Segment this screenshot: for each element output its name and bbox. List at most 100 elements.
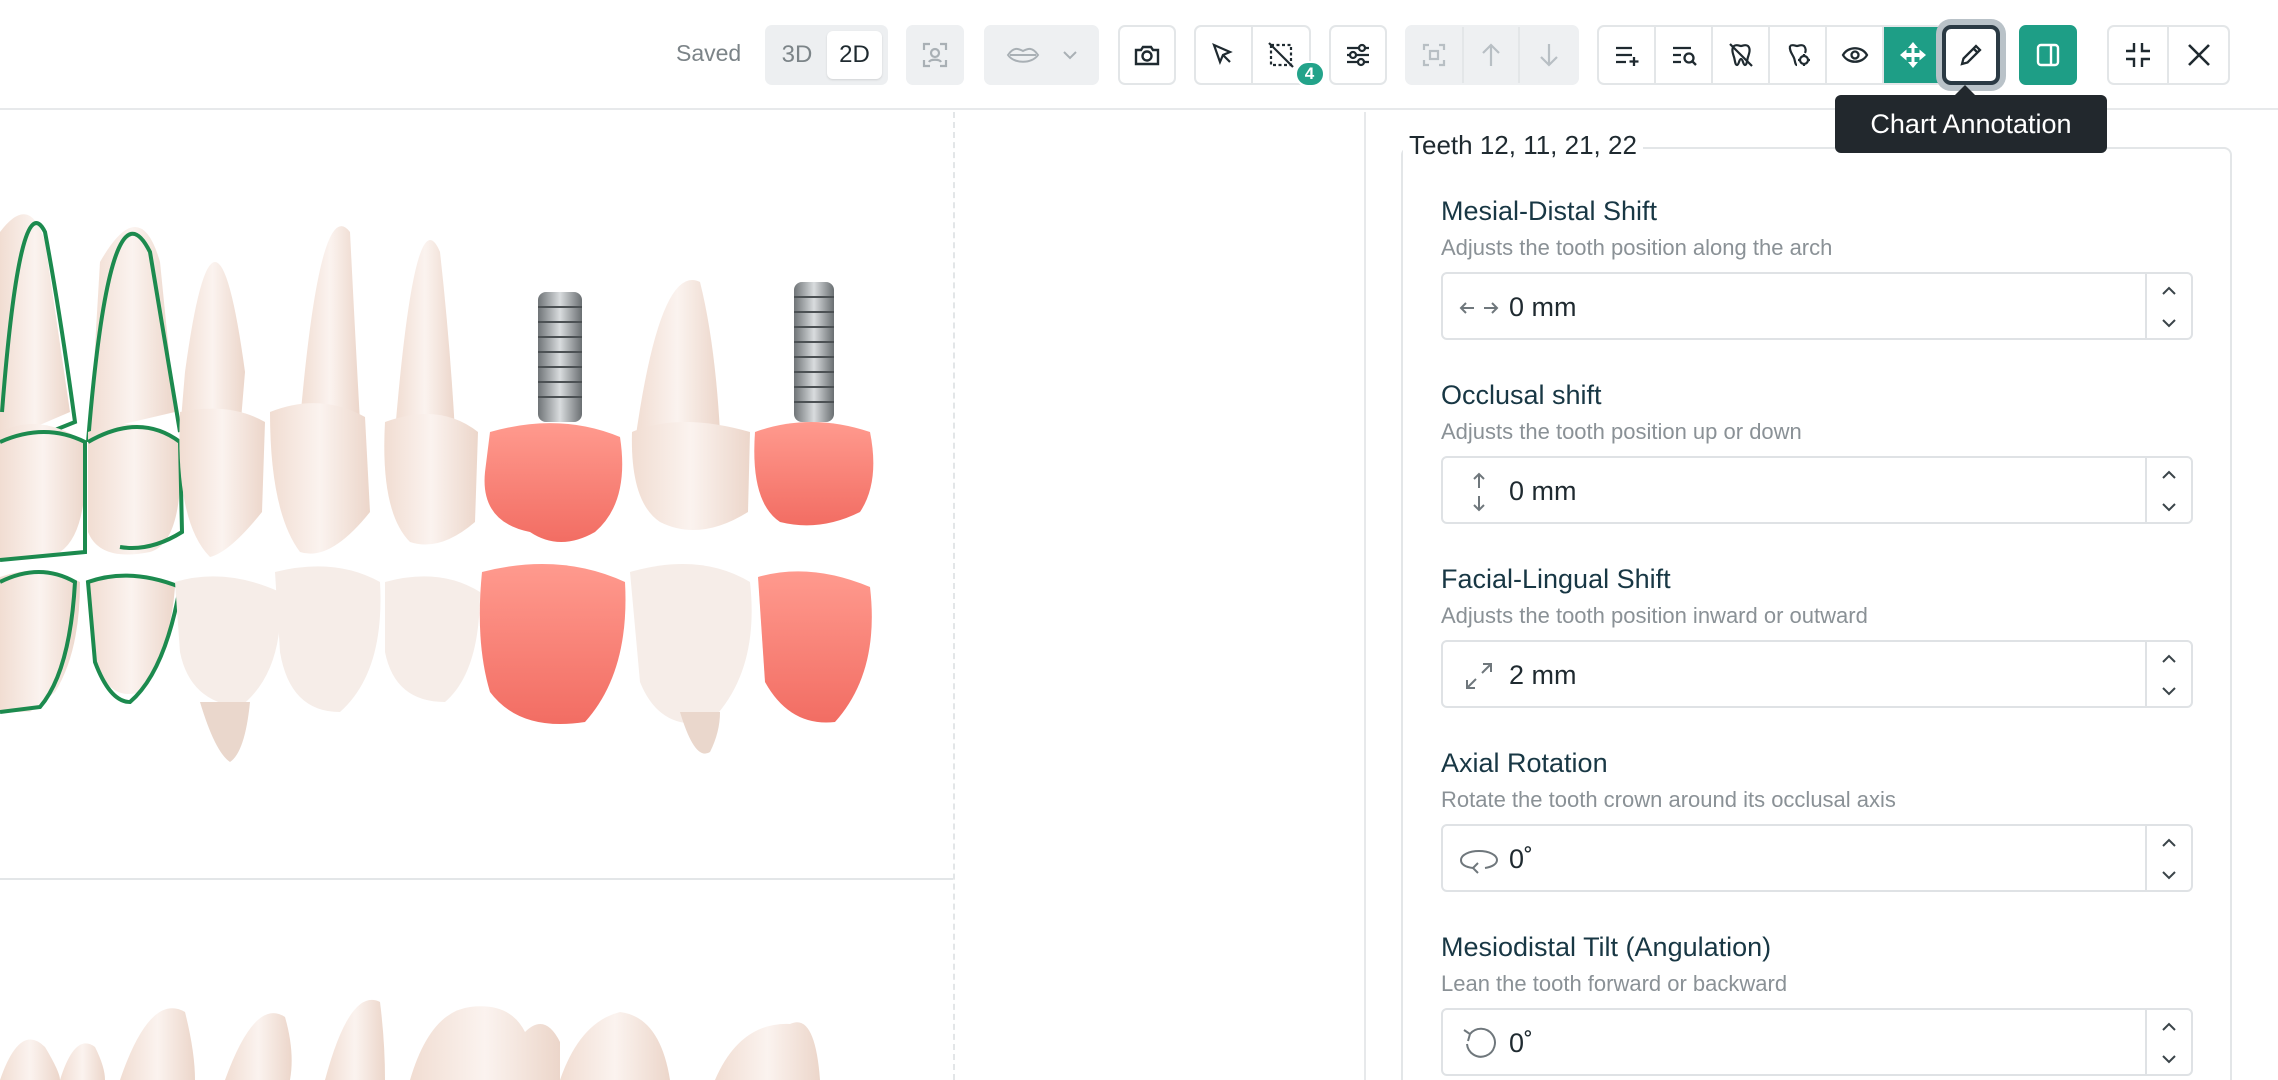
crown-2: [754, 422, 874, 526]
chart-annotation-button[interactable]: [1942, 25, 2000, 85]
axial-rotation-icon: [1457, 844, 1501, 876]
decrement-button[interactable]: [2147, 676, 2191, 706]
visibility-button[interactable]: [1827, 27, 1884, 83]
select-tool-button[interactable]: [1196, 27, 1253, 83]
increment-button[interactable]: [2147, 460, 2191, 490]
property-value: 0 mm: [1509, 476, 1577, 506]
increment-button[interactable]: [2147, 828, 2191, 858]
axial-rotation-control: Axial Rotation Rotate the tooth crown ar…: [1441, 748, 2193, 892]
pencil-icon: [1958, 42, 1984, 68]
decrement-button[interactable]: [2147, 492, 2191, 522]
teeth-illustration: [0, 214, 874, 1080]
focus-selection-button[interactable]: [906, 25, 964, 85]
exit-fullscreen-button[interactable]: [2109, 27, 2170, 83]
stepper-arrows: [2145, 1010, 2191, 1074]
property-value: 2 mm: [1509, 660, 1577, 690]
property-value: 0˚: [1509, 1028, 1534, 1058]
list-search-icon: [1670, 43, 1698, 67]
tooth-22: [300, 226, 360, 422]
stepper-arrows: [2145, 826, 2191, 890]
window-controls-group: [2107, 25, 2230, 85]
minimize-icon: [2123, 40, 2153, 70]
selection-off-icon: [1267, 41, 1295, 69]
hide-tooth-button[interactable]: [1713, 27, 1770, 83]
tooth-21: [180, 262, 245, 432]
fit-frame-icon: [1421, 42, 1447, 68]
property-title: Mesiodistal Tilt (Angulation): [1441, 932, 1772, 962]
crown-1: [484, 423, 623, 542]
close-button[interactable]: [2169, 27, 2228, 83]
add-list-button[interactable]: [1599, 27, 1656, 83]
tooth-gear-icon: [1784, 41, 1812, 69]
dental-chart-canvas[interactable]: [0, 112, 1366, 1080]
property-title: Axial Rotation: [1441, 748, 1608, 778]
canvas-row-divider: [0, 878, 953, 880]
stepper-arrows: [2145, 458, 2191, 522]
chevron-down-icon: [1062, 50, 1078, 60]
top-toolbar: Saved 3D 2D 4: [0, 0, 2278, 110]
vertical-arrows-icon: [1457, 472, 1501, 512]
increment-button[interactable]: [2147, 276, 2191, 306]
property-description: Adjusts the tooth position up or down: [1441, 419, 1802, 444]
lips-display-dropdown[interactable]: [984, 25, 1099, 85]
sliders-icon: [1344, 42, 1372, 68]
decrement-button[interactable]: [2147, 308, 2191, 338]
toggle-panel-button[interactable]: [2019, 25, 2077, 85]
arrow-down-icon: [1538, 42, 1560, 68]
lips-icon: [1006, 44, 1040, 66]
mesial-distal-shift-input[interactable]: 0 mm: [1441, 272, 2193, 340]
mesiodistal-tilt-input[interactable]: 0˚: [1441, 1008, 2193, 1076]
step-navigation-group: [1405, 25, 1579, 85]
facial-lingual-shift-input[interactable]: 2 mm: [1441, 640, 2193, 708]
tooth-23: [395, 240, 455, 432]
increment-button[interactable]: [2147, 644, 2191, 674]
decrement-button[interactable]: [2147, 1044, 2191, 1074]
canvas-divider: [953, 112, 955, 1080]
sidebar-icon: [2035, 42, 2061, 68]
selection-tools-group: 4: [1194, 25, 1325, 87]
property-description: Adjusts the tooth position inward or out…: [1441, 603, 1868, 628]
diagonal-arrows-icon: [1457, 660, 1501, 692]
crown-3: [479, 564, 626, 724]
view-mode-2d-button[interactable]: 2D: [827, 31, 882, 79]
arrow-up-icon: [1480, 42, 1502, 68]
property-description: Adjusts the tooth position along the arc…: [1441, 235, 1833, 260]
implant-screw: [538, 292, 582, 422]
teeth-group-title: Teeth 12, 11, 21, 22: [1403, 130, 1643, 161]
decrement-button[interactable]: [2147, 860, 2191, 890]
move-down-button[interactable]: [1520, 27, 1577, 83]
close-icon: [2185, 41, 2213, 69]
property-description: Lean the tooth forward or backward: [1441, 971, 1788, 996]
list-add-icon: [1613, 43, 1641, 67]
selection-count-badge: 4: [1294, 61, 1325, 87]
tooth-25: [635, 280, 720, 442]
increment-button[interactable]: [2147, 1012, 2191, 1042]
mesial-distal-shift-control: Mesial-Distal Shift Adjusts the tooth po…: [1441, 196, 2193, 340]
screenshot-button[interactable]: [1118, 25, 1176, 85]
move-tool-button[interactable]: [1884, 27, 1941, 83]
search-list-button[interactable]: [1656, 27, 1713, 83]
property-title: Occlusal shift: [1441, 380, 1602, 410]
property-title: Facial-Lingual Shift: [1441, 564, 1671, 594]
camera-icon: [1133, 42, 1161, 68]
tooth-settings-button[interactable]: [1770, 27, 1827, 83]
tooth-tools-group: [1597, 25, 1943, 85]
crown-4: [758, 571, 872, 723]
stepper-arrows: [2145, 642, 2191, 706]
axial-rotation-input[interactable]: 0˚: [1441, 824, 2193, 892]
occlusal-shift-input[interactable]: 0 mm: [1441, 456, 2193, 524]
property-description: Rotate the tooth crown around its occlus…: [1441, 787, 1896, 812]
view-mode-3d-button[interactable]: 3D: [771, 31, 823, 79]
move-up-button[interactable]: [1464, 27, 1521, 83]
save-status: Saved: [676, 40, 742, 66]
mesiodistal-tilt-control: Mesiodistal Tilt (Angulation) Lean the t…: [1441, 932, 2193, 1076]
eye-icon: [1841, 45, 1869, 65]
stepper-arrows: [2145, 274, 2191, 338]
deselect-tool-button[interactable]: 4: [1253, 27, 1325, 87]
fit-view-button[interactable]: [1407, 27, 1464, 83]
property-value: 0 mm: [1509, 292, 1577, 322]
tooth-off-icon: [1727, 41, 1755, 69]
adjustments-button[interactable]: [1329, 25, 1387, 85]
chart-annotation-tooltip: Chart Annotation: [1835, 85, 2107, 153]
facial-lingual-shift-control: Facial-Lingual Shift Adjusts the tooth p…: [1441, 564, 2193, 708]
